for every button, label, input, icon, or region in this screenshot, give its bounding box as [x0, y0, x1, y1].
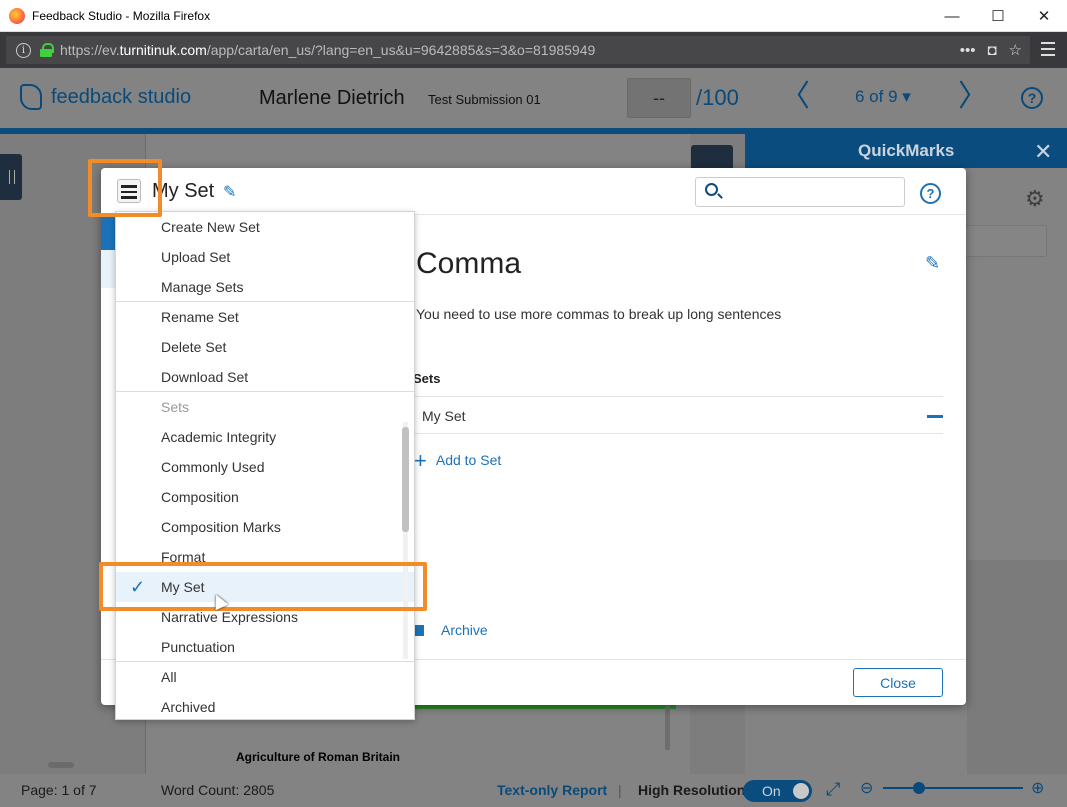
quickmark-list-row — [101, 250, 115, 288]
toggle-label: On — [762, 783, 781, 799]
menu-delete-set[interactable]: Delete Set — [116, 332, 414, 362]
menu-set-academic-integrity[interactable]: Academic Integrity — [116, 422, 414, 452]
submission-pager[interactable]: 6 of 9 ▾ — [855, 87, 911, 107]
text-only-report-link[interactable]: Text-only Report — [497, 782, 607, 798]
help-icon[interactable]: ? — [1021, 87, 1043, 109]
quickmark-list-selected-row — [101, 215, 115, 250]
status-bar: Page: 1 of 7 Word Count: 2805 Text-only … — [0, 774, 1067, 807]
high-resolution-label: High Resolution — [638, 782, 746, 798]
gear-icon[interactable]: ⚙ — [1025, 186, 1045, 212]
word-count: Word Count: 2805 — [161, 782, 275, 798]
zoom-slider-handle[interactable] — [913, 782, 925, 794]
document-title: Agriculture of Roman Britain — [236, 750, 401, 764]
menu-button-highlight — [88, 159, 162, 217]
menu-upload-set[interactable]: Upload Set — [116, 242, 414, 272]
menu-rename-set[interactable]: Rename Set — [116, 302, 414, 332]
high-resolution-toggle[interactable]: On — [743, 780, 812, 802]
search-icon — [705, 183, 718, 196]
student-name: Marlene Dietrich — [259, 87, 405, 109]
menu-filter-archived[interactable]: Archived — [116, 692, 414, 719]
menu-manage-sets[interactable]: Manage Sets — [116, 272, 414, 302]
pocket-icon[interactable]: ◘ — [987, 42, 996, 59]
add-to-set-link[interactable]: + Add to Set — [414, 448, 501, 474]
set-membership-row: My Set — [413, 396, 943, 434]
quickmarks-panel-lower — [967, 560, 1067, 774]
address-bar[interactable]: i https://ev.turnitinuk.com/app/carta/en… — [6, 36, 1030, 64]
menu-set-commonly-used[interactable]: Commonly Used — [116, 452, 414, 482]
feedback-studio-logo-icon — [20, 84, 42, 110]
menu-scrollbar[interactable] — [402, 427, 409, 532]
edit-quickmark-pencil-icon[interactable]: ✎ — [925, 253, 940, 274]
set-menu-dropdown: Create New Set Upload Set Manage Sets Re… — [115, 211, 415, 720]
score-max: /100 — [696, 85, 739, 110]
zoom-slider[interactable] — [883, 787, 1023, 789]
quickmark-description: You need to use more commas to break up … — [416, 306, 782, 322]
quickmarks-close-icon[interactable]: ✕ — [1034, 139, 1052, 165]
window-controls: — ☐ ✕ — [929, 0, 1067, 32]
next-submission-icon[interactable]: 〉 — [958, 82, 988, 112]
fullscreen-icon[interactable]: ⤢ — [826, 779, 840, 800]
menu-set-composition[interactable]: Composition — [116, 482, 414, 512]
url-path: /app/carta/en_us/?lang=en_us&u=9642885&s… — [206, 42, 596, 58]
maximize-button[interactable]: ☐ — [975, 0, 1021, 32]
zoom-out-icon[interactable]: ⊖ — [860, 778, 873, 798]
quickmarks-title: QuickMarks — [858, 141, 955, 160]
set-membership-name: My Set — [422, 408, 466, 424]
menu-filter-all[interactable]: All — [116, 662, 414, 692]
status-divider: | — [618, 782, 622, 798]
dialog-header: My Set ✎ ? — [101, 168, 966, 215]
page-indicator: Page: 1 of 7 — [21, 782, 97, 798]
firefox-logo-icon — [9, 7, 25, 24]
dialog-help-icon[interactable]: ? — [920, 183, 941, 204]
minimize-button[interactable]: — — [929, 0, 975, 32]
edit-set-pencil-icon[interactable]: ✎ — [223, 182, 236, 202]
feedback-studio-logo: feedback studio — [20, 84, 191, 110]
side-panel-toggle[interactable] — [0, 154, 22, 200]
app-header: feedback studio Marlene Dietrich Test Su… — [0, 68, 1067, 128]
quickmarks-search-input[interactable] — [962, 225, 1047, 257]
menu-set-composition-marks[interactable]: Composition Marks — [116, 512, 414, 542]
toggle-knob — [793, 783, 809, 799]
bookmark-star-icon[interactable]: ☆ — [1009, 41, 1022, 59]
page-info-icon[interactable]: i — [16, 42, 31, 58]
quickmark-search-input[interactable] — [728, 182, 898, 202]
url-prefix: https://ev. — [60, 42, 120, 58]
window-titlebar: Feedback Studio - Mozilla Firefox — ☐ ✕ — [0, 0, 1067, 32]
plus-icon: + — [414, 448, 427, 473]
archive-link[interactable]: Archive — [413, 622, 488, 638]
archive-label: Archive — [441, 622, 488, 638]
prev-submission-icon[interactable]: 〈 — [780, 82, 810, 112]
logo-text: feedback studio — [51, 85, 192, 108]
browser-navbar: i https://ev.turnitinuk.com/app/carta/en… — [0, 32, 1067, 68]
url-domain: turnitinuk.com — [119, 42, 207, 58]
window-close-button[interactable]: ✕ — [1021, 0, 1067, 32]
document-highlight-bar — [413, 705, 676, 709]
url-text[interactable]: https://ev.turnitinuk.com/app/carta/en_u… — [60, 42, 595, 58]
page-actions-icon[interactable]: ••• — [960, 42, 976, 59]
menu-download-set[interactable]: Download Set — [116, 362, 414, 392]
add-to-set-label: Add to Set — [435, 452, 502, 468]
score-input[interactable]: -- — [627, 78, 691, 118]
urlbar-actions: ••• ◘ ☆ — [960, 36, 1022, 64]
my-set-highlight — [99, 562, 427, 611]
menu-set-punctuation[interactable]: Punctuation — [116, 632, 414, 662]
remove-from-set-icon[interactable] — [927, 415, 943, 418]
submission-title: Test Submission 01 — [428, 92, 541, 107]
window-title: Feedback Studio - Mozilla Firefox — [32, 8, 211, 23]
zoom-in-icon[interactable]: ⊕ — [1031, 778, 1044, 798]
document-vscrollbar[interactable] — [665, 700, 670, 750]
browser-menu-icon[interactable] — [1041, 42, 1055, 60]
menu-sets-header: Sets — [161, 399, 190, 415]
sets-section-label: Sets — [413, 371, 441, 386]
close-button[interactable]: Close — [853, 668, 943, 697]
quickmark-search-box[interactable] — [695, 177, 905, 207]
document-hscrollbar[interactable] — [48, 762, 74, 768]
quickmark-name: Comma — [416, 247, 522, 280]
lock-icon — [40, 43, 54, 57]
